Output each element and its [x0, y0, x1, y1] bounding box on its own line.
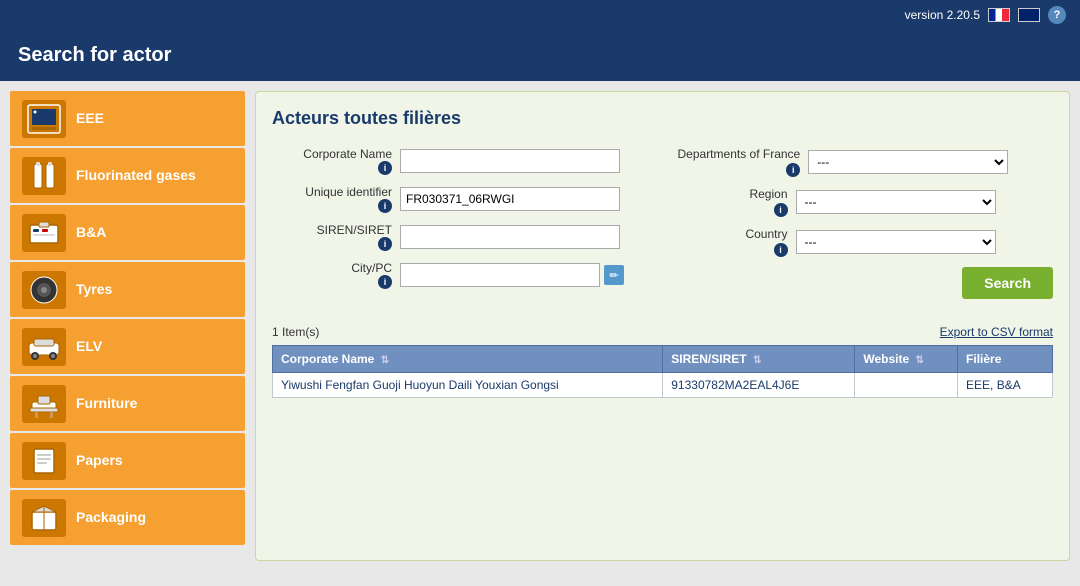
- sidebar: EEE Fluorinated gases: [10, 91, 245, 561]
- city-label: City/PC: [351, 261, 392, 275]
- city-input[interactable]: [400, 263, 600, 287]
- section-title: Acteurs toutes filières: [272, 108, 1053, 129]
- furniture-icon: [22, 385, 66, 423]
- col-siren[interactable]: SIREN/SIRET ⇅: [663, 346, 855, 373]
- fluorinated-icon: [22, 157, 66, 195]
- sidebar-item-ba[interactable]: B&A: [10, 205, 245, 260]
- table-row: Yiwushi Fengfan Guoji Huoyun Daili Youxi…: [273, 373, 1053, 398]
- unique-id-input[interactable]: [400, 187, 620, 211]
- results-table-header: Corporate Name ⇅ SIREN/SIRET ⇅ Website ⇅…: [273, 346, 1053, 373]
- results-tbody: Yiwushi Fengfan Guoji Huoyun Daili Youxi…: [273, 373, 1053, 398]
- results-header: 1 Item(s) Export to CSV format: [272, 325, 1053, 339]
- cell-corporate-name: Yiwushi Fengfan Guoji Huoyun Daili Youxi…: [273, 373, 663, 398]
- col-corporate-name[interactable]: Corporate Name ⇅: [273, 346, 663, 373]
- siren-label: SIREN/SIRET: [317, 223, 392, 237]
- sort-website-icon: ⇅: [916, 355, 924, 366]
- sidebar-label-tyres: Tyres: [76, 281, 112, 298]
- page-title: Search for actor: [18, 44, 171, 66]
- region-label: Region: [749, 187, 787, 201]
- results-table: Corporate Name ⇅ SIREN/SIRET ⇅ Website ⇅…: [272, 345, 1053, 398]
- sidebar-label-furniture: Furniture: [76, 395, 137, 412]
- export-csv-link[interactable]: Export to CSV format: [940, 325, 1053, 339]
- version-label: version 2.20.5: [905, 8, 980, 22]
- sidebar-item-fluorinated[interactable]: Fluorinated gases: [10, 148, 245, 203]
- siren-info-icon[interactable]: i: [378, 237, 392, 251]
- cell-siren: 91330782MA2EAL4J6E: [663, 373, 855, 398]
- sidebar-label-elv: ELV: [76, 338, 102, 355]
- search-button[interactable]: Search: [962, 267, 1053, 299]
- sidebar-label-eee: EEE: [76, 110, 104, 127]
- siren-row: SIREN/SIRET i: [272, 223, 648, 251]
- cell-filiere: EEE, B&A: [958, 373, 1053, 398]
- sidebar-item-furniture[interactable]: Furniture: [10, 376, 245, 431]
- departments-select[interactable]: ---: [808, 150, 1008, 174]
- tyres-icon: [22, 271, 66, 309]
- flag-uk-icon[interactable]: [1018, 8, 1040, 22]
- form-left: Corporate Name i Unique identifier i: [272, 147, 648, 309]
- country-label: Country: [745, 227, 787, 241]
- sidebar-item-packaging[interactable]: Packaging: [10, 490, 245, 545]
- corporate-name-info-icon[interactable]: i: [378, 161, 392, 175]
- city-label-group: City/PC i: [272, 261, 392, 289]
- unique-id-row: Unique identifier i: [272, 185, 648, 213]
- form-right: Departments of France i --- Region i: [678, 147, 1054, 309]
- city-info-icon[interactable]: i: [378, 275, 392, 289]
- city-input-group: ✏: [400, 263, 624, 287]
- page-header: Search for actor: [0, 30, 1080, 81]
- sort-corporate-name-icon: ⇅: [381, 355, 389, 366]
- sidebar-item-eee[interactable]: EEE: [10, 91, 245, 146]
- sidebar-label-papers: Papers: [76, 452, 123, 469]
- corporate-name-input[interactable]: [400, 149, 620, 173]
- corporate-name-label-group: Corporate Name i: [272, 147, 392, 175]
- city-row: City/PC i ✏: [272, 261, 648, 289]
- siren-label-group: SIREN/SIRET i: [272, 223, 392, 251]
- region-label-group: Region i: [678, 187, 788, 217]
- eee-icon: [22, 100, 66, 138]
- top-bar: version 2.20.5 ?: [0, 0, 1080, 30]
- city-edit-icon[interactable]: ✏: [604, 265, 624, 285]
- corporate-name-row: Corporate Name i: [272, 147, 648, 175]
- ba-icon: [22, 214, 66, 252]
- col-website[interactable]: Website ⇅: [855, 346, 958, 373]
- departments-row: Departments of France i ---: [678, 147, 1054, 177]
- sort-siren-icon: ⇅: [753, 355, 761, 366]
- country-row: Country i ---: [678, 227, 1054, 257]
- departments-label-group: Departments of France i: [678, 147, 801, 177]
- region-info-icon[interactable]: i: [774, 203, 788, 217]
- sidebar-item-tyres[interactable]: Tyres: [10, 262, 245, 317]
- results-count: 1 Item(s): [272, 325, 319, 339]
- country-select[interactable]: ---: [796, 230, 996, 254]
- region-row: Region i ---: [678, 187, 1054, 217]
- papers-icon: [22, 442, 66, 480]
- sidebar-label-ba: B&A: [76, 224, 106, 241]
- country-label-group: Country i: [678, 227, 788, 257]
- main-layout: EEE Fluorinated gases: [0, 81, 1080, 571]
- search-button-row: Search: [678, 267, 1054, 299]
- packaging-icon: [22, 499, 66, 537]
- siren-input[interactable]: [400, 225, 620, 249]
- sidebar-item-elv[interactable]: ELV: [10, 319, 245, 374]
- sidebar-label-packaging: Packaging: [76, 509, 146, 526]
- flag-french-icon[interactable]: [988, 8, 1010, 22]
- unique-id-info-icon[interactable]: i: [378, 199, 392, 213]
- elv-icon: [22, 328, 66, 366]
- unique-id-label: Unique identifier: [305, 185, 392, 199]
- region-select[interactable]: ---: [796, 190, 996, 214]
- content-area: Acteurs toutes filières Corporate Name i: [255, 91, 1070, 561]
- col-filiere[interactable]: Filière: [958, 346, 1053, 373]
- corporate-name-label: Corporate Name: [303, 147, 392, 161]
- search-form: Corporate Name i Unique identifier i: [272, 147, 1053, 309]
- unique-id-label-group: Unique identifier i: [272, 185, 392, 213]
- departments-label: Departments of France: [678, 147, 801, 161]
- cell-website: [855, 373, 958, 398]
- country-info-icon[interactable]: i: [774, 243, 788, 257]
- help-icon[interactable]: ?: [1048, 6, 1066, 24]
- departments-info-icon[interactable]: i: [786, 163, 800, 177]
- sidebar-label-fluorinated: Fluorinated gases: [76, 167, 196, 184]
- sidebar-item-papers[interactable]: Papers: [10, 433, 245, 488]
